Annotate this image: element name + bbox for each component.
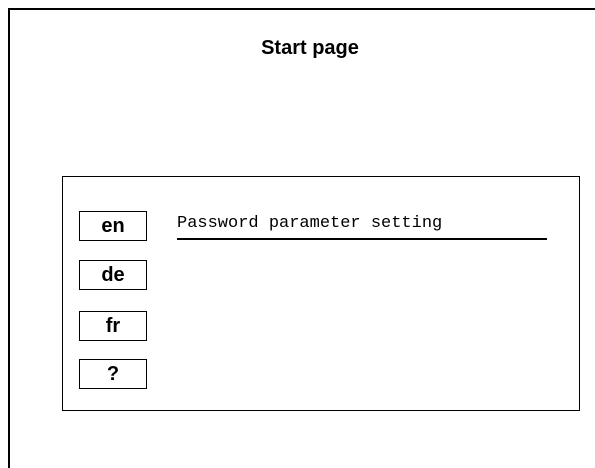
help-button[interactable]: ? [79,359,147,389]
language-button-fr[interactable]: fr [79,311,147,341]
password-parameter-setting-link[interactable]: Password parameter setting [177,213,547,240]
language-button-en[interactable]: en [79,211,147,241]
language-button-de[interactable]: de [79,260,147,290]
page-title: Start page [261,37,359,59]
